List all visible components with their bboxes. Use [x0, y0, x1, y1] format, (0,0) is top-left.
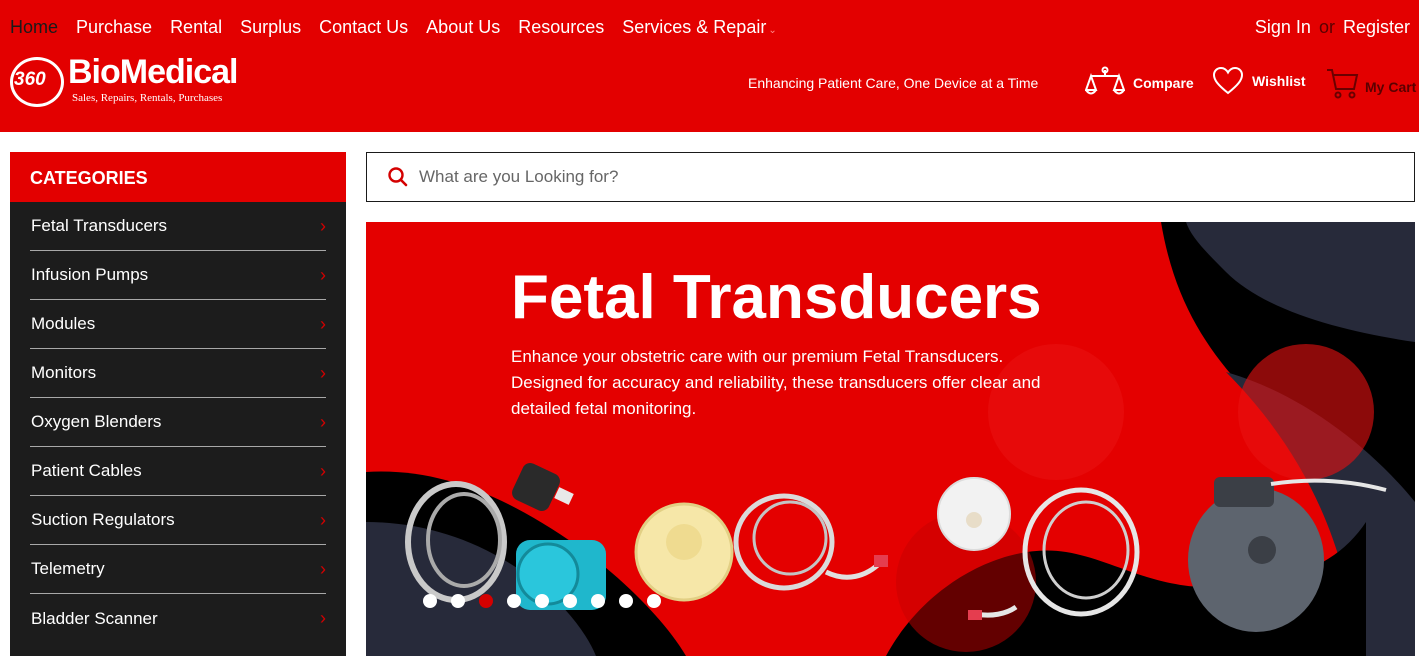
- category-label: Monitors: [31, 363, 97, 382]
- chevron-right-icon: ›: [320, 558, 326, 579]
- header-tagline: Enhancing Patient Care, One Device at a …: [748, 75, 1039, 91]
- auth-links: Sign In or Register: [1255, 17, 1410, 38]
- site-logo[interactable]: 360 BioMedical Sales, Repairs, Rentals, …: [10, 53, 270, 110]
- category-modules[interactable]: Modules ›: [30, 300, 326, 349]
- category-suction-regulators[interactable]: Suction Regulators ›: [30, 496, 326, 545]
- category-patient-cables[interactable]: Patient Cables ›: [30, 447, 326, 496]
- nav-purchase[interactable]: Purchase: [76, 17, 152, 38]
- nav-about-us[interactable]: About Us: [426, 17, 500, 38]
- carousel-dot-active[interactable]: [479, 594, 493, 608]
- category-telemetry[interactable]: Telemetry ›: [30, 545, 326, 594]
- chevron-right-icon: ›: [320, 509, 326, 530]
- cart-icon: [1327, 69, 1359, 99]
- category-infusion-pumps[interactable]: Infusion Pumps ›: [30, 251, 326, 300]
- carousel-dots: [423, 594, 661, 608]
- chevron-right-icon: ›: [320, 313, 326, 334]
- chevron-right-icon: ›: [320, 362, 326, 383]
- carousel-dot[interactable]: [619, 594, 633, 608]
- nav-services-repair[interactable]: Services & Repair: [622, 17, 766, 37]
- search-input[interactable]: [419, 167, 1319, 187]
- chevron-right-icon: ›: [320, 411, 326, 432]
- nav-contact-us[interactable]: Contact Us: [319, 17, 408, 38]
- chevron-right-icon: ›: [320, 460, 326, 481]
- carousel-dot[interactable]: [591, 594, 605, 608]
- category-label: Fetal Transducers: [31, 216, 168, 235]
- carousel-dot[interactable]: [535, 594, 549, 608]
- logo-name: BioMedical: [68, 53, 238, 91]
- banner-description: Enhance your obstetric care with our pre…: [511, 347, 1041, 418]
- category-label: Infusion Pumps: [31, 265, 149, 284]
- search-icon[interactable]: [387, 166, 409, 188]
- scale-icon: [1085, 66, 1125, 95]
- wishlist-label: Wishlist: [1252, 73, 1306, 89]
- page: Home Purchase Rental Surplus Contact Us …: [0, 0, 1419, 663]
- sign-in-link[interactable]: Sign In: [1255, 17, 1311, 37]
- hero-banner[interactable]: Fetal Transducers Enhance your obstetric…: [366, 222, 1415, 656]
- chevron-right-icon: ›: [320, 608, 326, 628]
- category-label: Modules: [31, 314, 96, 333]
- carousel-dot[interactable]: [423, 594, 437, 608]
- category-label: Telemetry: [31, 559, 105, 578]
- categories-heading: CATEGORIES: [10, 152, 346, 202]
- search-bar: [366, 152, 1415, 202]
- carousel-dot[interactable]: [563, 594, 577, 608]
- main-nav: Home Purchase Rental Surplus Contact Us …: [10, 17, 777, 38]
- category-bladder-scanner[interactable]: Bladder Scanner ›: [30, 594, 326, 643]
- chevron-right-icon: ›: [320, 215, 326, 236]
- wishlist-button[interactable]: Wishlist: [1212, 66, 1306, 96]
- nav-resources[interactable]: Resources: [518, 17, 604, 38]
- cart-label: My Cart: [1365, 79, 1417, 95]
- heart-icon: [1212, 66, 1244, 95]
- site-header: Home Purchase Rental Surplus Contact Us …: [0, 0, 1419, 132]
- category-monitors[interactable]: Monitors ›: [30, 349, 326, 398]
- category-oxygen-blenders[interactable]: Oxygen Blenders ›: [30, 398, 326, 447]
- category-label: Bladder Scanner: [31, 608, 158, 628]
- auth-separator: or: [1318, 17, 1335, 37]
- nav-home[interactable]: Home: [10, 17, 58, 38]
- nav-surplus[interactable]: Surplus: [240, 17, 301, 38]
- nav-rental[interactable]: Rental: [170, 17, 222, 38]
- logo-tagline: Sales, Repairs, Rentals, Purchases: [72, 92, 223, 104]
- compare-button[interactable]: Compare: [1085, 66, 1194, 100]
- carousel-dot[interactable]: [647, 594, 661, 608]
- register-link[interactable]: Register: [1343, 17, 1410, 37]
- carousel-dot[interactable]: [451, 594, 465, 608]
- carousel-dot[interactable]: [507, 594, 521, 608]
- category-fetal-transducers[interactable]: Fetal Transducers ›: [30, 202, 326, 251]
- compare-label: Compare: [1133, 75, 1194, 91]
- category-label: Oxygen Blenders: [31, 412, 162, 431]
- cart-button[interactable]: My Cart: [1325, 66, 1416, 100]
- chevron-down-icon[interactable]: ⌄: [768, 25, 776, 36]
- category-label: Patient Cables: [31, 461, 142, 480]
- category-label: Suction Regulators: [31, 510, 175, 529]
- categories-list: Fetal Transducers › Infusion Pumps › Mod…: [10, 202, 346, 656]
- chevron-right-icon: ›: [320, 264, 326, 285]
- logo-number: 360: [14, 69, 46, 90]
- banner-title: Fetal Transducers: [511, 263, 1042, 332]
- product-image-2: [634, 493, 888, 602]
